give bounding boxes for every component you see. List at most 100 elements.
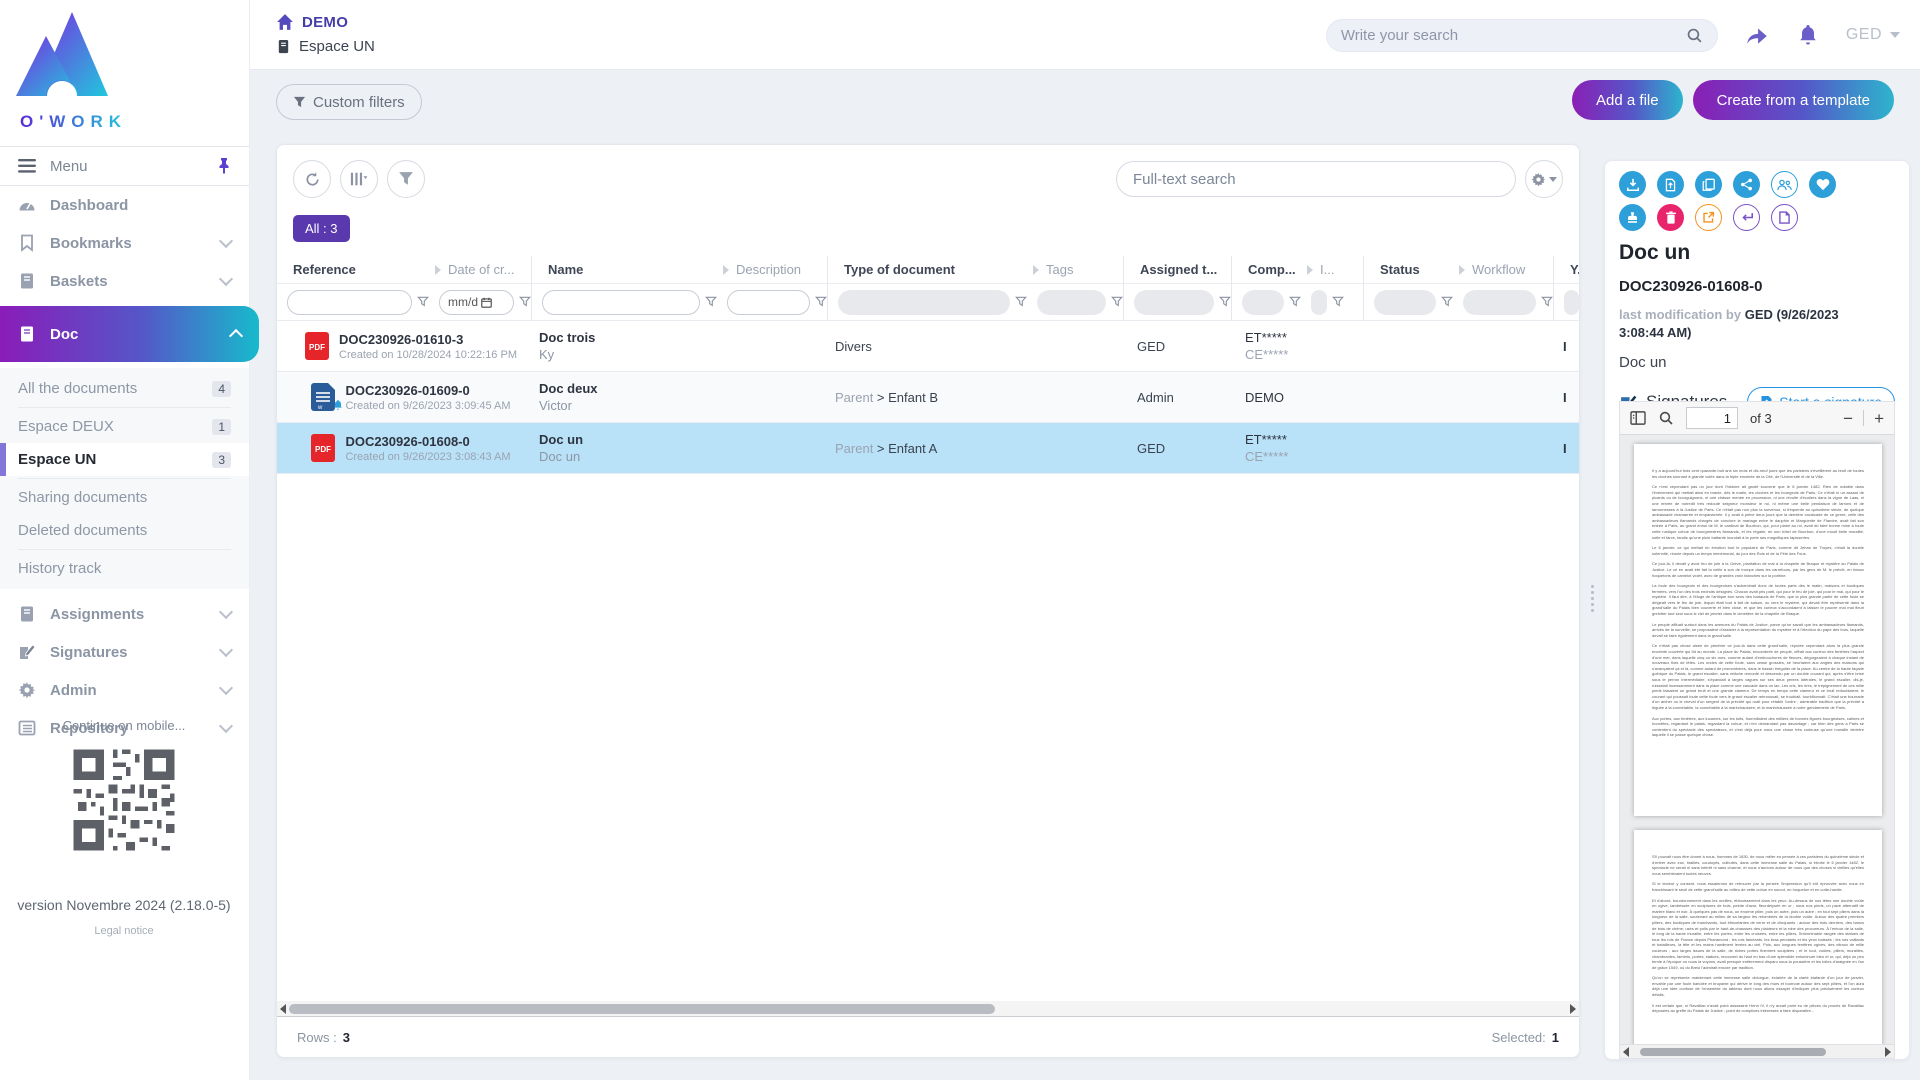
sidebar-item-assignments[interactable]: Assignments (0, 595, 249, 633)
user-label: GED (1846, 26, 1882, 44)
filter-type-select[interactable] (838, 290, 1010, 315)
filter-reference-input[interactable] (287, 290, 412, 315)
search-icon[interactable] (1658, 410, 1674, 426)
filter-icon[interactable] (705, 296, 717, 308)
sort-arrow-icon (1033, 265, 1039, 275)
filter-icon[interactable] (1441, 296, 1453, 308)
search-icon[interactable] (1686, 27, 1703, 44)
column-header-reference[interactable]: Reference (277, 256, 429, 283)
column-header-type[interactable]: Type of document (827, 256, 1027, 283)
search-settings-button[interactable] (1525, 160, 1563, 198)
filter-y-select[interactable] (1564, 290, 1579, 315)
export-button[interactable] (1657, 171, 1684, 198)
user-menu[interactable]: GED (1846, 26, 1900, 44)
filter-assigned-select[interactable] (1134, 290, 1214, 315)
global-search-input[interactable] (1341, 27, 1686, 44)
sidebar-item-baskets[interactable]: Baskets (0, 262, 249, 300)
return-button[interactable] (1733, 204, 1760, 231)
breadcrumb-space[interactable]: Espace UN (276, 34, 375, 58)
filter-workflow-select[interactable] (1463, 290, 1536, 315)
columns-button[interactable] (340, 160, 378, 198)
table-horizontal-scrollbar[interactable] (277, 1001, 1579, 1017)
breadcrumb-app[interactable]: DEMO (276, 10, 375, 34)
scroll-left-arrow[interactable] (1623, 1047, 1629, 1057)
share-icon[interactable] (1744, 23, 1770, 47)
filter-i-select[interactable] (1311, 290, 1327, 315)
filter-icon[interactable] (815, 296, 827, 308)
scroll-right-arrow[interactable] (1885, 1047, 1891, 1057)
filter-tags-select[interactable] (1037, 290, 1106, 315)
zoom-out-button[interactable]: − (1843, 410, 1853, 427)
delete-button[interactable] (1657, 204, 1684, 231)
column-header-description[interactable]: Description (717, 256, 827, 283)
filter-comp-select[interactable] (1242, 290, 1284, 315)
tab-all[interactable]: All : 3 (293, 215, 350, 242)
filter-icon[interactable] (1111, 296, 1123, 308)
sidebar-item-espace-deux[interactable]: Espace DEUX 1 (0, 410, 249, 443)
pin-icon[interactable] (217, 158, 231, 174)
pdf-pages-area[interactable]: Il y a aujourd'hui trois cent quarante-h… (1620, 436, 1894, 1044)
sidebar-item-all-documents[interactable]: All the documents 4 (0, 372, 249, 405)
column-header-assigned[interactable]: Assigned t... (1123, 256, 1231, 283)
scroll-right-arrow[interactable] (1570, 1004, 1576, 1014)
filter-icon[interactable] (1219, 296, 1231, 308)
sidebar-item-espace-un[interactable]: Espace UN 3 (0, 443, 249, 476)
scrollbar-thumb[interactable] (289, 1004, 995, 1014)
filter-status-select[interactable] (1374, 290, 1436, 315)
sidebar-item-admin[interactable]: Admin (0, 671, 249, 709)
file-button[interactable] (1771, 204, 1798, 231)
filter-icon[interactable] (1541, 296, 1553, 308)
bell-icon[interactable] (1796, 23, 1820, 47)
favorite-button[interactable] (1809, 171, 1836, 198)
sidebar-item-signatures[interactable]: Signatures (0, 633, 249, 671)
sidebar-item-deleted-documents[interactable]: Deleted documents (0, 514, 249, 547)
table-row[interactable]: PDF DOC230926-01610-3 Created on 10/28/2… (277, 321, 1579, 372)
filter-date-input[interactable]: mm/d (439, 290, 514, 315)
table-row-selected[interactable]: PDF DOC230926-01608-0 Created on 9/26/20… (277, 423, 1579, 474)
column-header-status[interactable]: Status (1363, 256, 1453, 283)
column-header-comp[interactable]: Comp... (1231, 256, 1301, 283)
column-header-y[interactable]: Y... (1553, 256, 1579, 283)
sidebar-item-sharing-documents[interactable]: Sharing documents (0, 481, 249, 514)
table-row[interactable]: w DOC230926-01609-0 Created on 9/26/2023… (277, 372, 1579, 423)
download-button[interactable] (1619, 171, 1646, 198)
sidebar-toggle-icon[interactable] (1630, 411, 1646, 425)
column-header-name[interactable]: Name (531, 256, 717, 283)
sort-arrow-icon (1459, 265, 1465, 275)
filter-description-input[interactable] (727, 290, 810, 315)
column-header-workflow[interactable]: Workflow (1453, 256, 1553, 283)
stamp-button[interactable] (1619, 204, 1646, 231)
filter-icon[interactable] (1332, 296, 1344, 308)
sidebar-item-history-track[interactable]: History track (0, 552, 249, 585)
open-external-button[interactable] (1695, 204, 1722, 231)
column-header-tags[interactable]: Tags (1027, 256, 1123, 283)
hamburger-icon[interactable] (18, 159, 36, 173)
filter-button[interactable] (387, 160, 425, 198)
refresh-button[interactable] (293, 160, 331, 198)
scroll-left-arrow[interactable] (280, 1004, 286, 1014)
page-number-input[interactable] (1686, 407, 1738, 429)
create-from-template-button[interactable]: Create from a template (1693, 80, 1894, 120)
column-header-i[interactable]: I... (1301, 256, 1363, 283)
copy-button[interactable] (1695, 171, 1722, 198)
users-button[interactable] (1771, 171, 1798, 198)
sidebar-item-dashboard[interactable]: Dashboard (0, 186, 249, 224)
legal-notice-link[interactable]: Legal notice (0, 925, 248, 937)
panel-resize-handle[interactable] (1589, 582, 1595, 615)
filter-icon[interactable] (417, 296, 429, 308)
sidebar-item-doc[interactable]: Doc (0, 306, 259, 362)
fulltext-search-input[interactable] (1116, 161, 1516, 197)
sidebar-item-bookmarks[interactable]: Bookmarks (0, 224, 249, 262)
custom-filters-button[interactable]: Custom filters (276, 84, 422, 120)
pdf-toolbar: of 3 − + (1620, 402, 1894, 435)
add-file-button[interactable]: Add a file (1572, 80, 1683, 120)
column-header-date-of-creation[interactable]: Date of cr... (429, 256, 531, 283)
zoom-in-button[interactable]: + (1874, 410, 1884, 427)
filter-icon[interactable] (519, 296, 531, 308)
filter-icon[interactable] (1289, 296, 1301, 308)
share-button[interactable] (1733, 171, 1760, 198)
scrollbar-thumb[interactable] (1640, 1048, 1826, 1056)
filter-name-input[interactable] (542, 290, 700, 315)
filter-icon[interactable] (1015, 296, 1027, 308)
pdf-horizontal-scrollbar[interactable] (1620, 1044, 1894, 1058)
